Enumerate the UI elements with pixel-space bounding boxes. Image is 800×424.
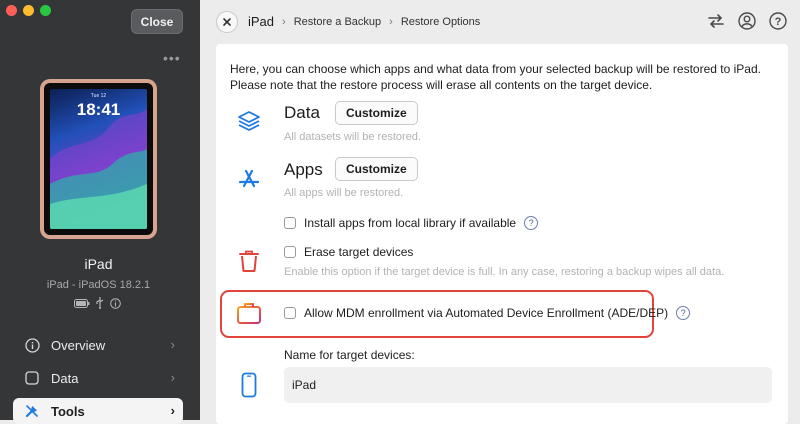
sidebar-item-data[interactable]: Data › bbox=[13, 365, 183, 391]
customize-apps-button[interactable]: Customize bbox=[335, 157, 418, 181]
close-button[interactable]: Close bbox=[131, 9, 183, 34]
data-section-title: Data bbox=[284, 103, 320, 122]
chevron-right-icon: › bbox=[170, 403, 175, 418]
sidebar-item-overview[interactable]: Overview › bbox=[13, 332, 183, 358]
restore-options-panel: Here, you can choose which apps and what… bbox=[216, 44, 788, 424]
device-os-version: iPad - iPadOS 18.2.1 bbox=[46, 279, 151, 291]
help-icon[interactable]: ? bbox=[676, 306, 691, 320]
help-icon[interactable]: ? bbox=[524, 216, 539, 230]
breadcrumb-restore-options: Restore Options bbox=[400, 15, 481, 28]
sidebar-item-label: Overview bbox=[51, 337, 106, 353]
device-name: iPad bbox=[84, 256, 113, 272]
sidebar: Close ••• Tue 12 18:41 iPad iPad - iPadO… bbox=[0, 0, 200, 424]
breadcrumb-separator: › bbox=[389, 15, 393, 28]
trash-icon bbox=[236, 248, 262, 274]
layers-icon bbox=[236, 108, 262, 134]
transfer-arrows-icon[interactable] bbox=[706, 11, 726, 31]
device-status-icons bbox=[74, 297, 121, 312]
apps-section-title: Apps bbox=[284, 160, 323, 179]
mdm-checkbox[interactable] bbox=[284, 307, 296, 319]
close-icon bbox=[223, 18, 231, 26]
erase-label: Erase target devices bbox=[304, 245, 414, 259]
device-image: Tue 12 18:41 bbox=[40, 79, 157, 239]
lock-time: 18:41 bbox=[76, 100, 121, 119]
breadcrumb-separator: › bbox=[282, 15, 286, 28]
intro-text: Here, you can choose which apps and what… bbox=[230, 62, 761, 92]
erase-checkbox[interactable] bbox=[284, 246, 296, 258]
usb-icon bbox=[96, 297, 104, 312]
install-local-checkbox[interactable] bbox=[284, 217, 296, 229]
target-name-input[interactable] bbox=[284, 367, 772, 403]
mdm-label: Allow MDM enrollment via Automated Devic… bbox=[304, 306, 669, 320]
battery-icon bbox=[74, 298, 90, 311]
breadcrumb-device[interactable]: iPad bbox=[248, 14, 274, 29]
lock-date: Tue 12 bbox=[90, 93, 107, 99]
info-icon[interactable] bbox=[110, 297, 121, 312]
tools-icon bbox=[24, 403, 40, 419]
help-icon[interactable]: ? bbox=[768, 11, 788, 31]
window-close-dot[interactable] bbox=[6, 5, 17, 16]
install-local-label: Install apps from local library if avail… bbox=[304, 216, 517, 230]
window-controls bbox=[6, 5, 51, 16]
data-section-subtitle: All datasets will be restored. bbox=[284, 131, 421, 143]
square-icon bbox=[24, 370, 40, 386]
toolbar: iPad › Restore a Backup › Restore Option… bbox=[200, 0, 800, 42]
erase-hint: Enable this option if the target device … bbox=[284, 266, 725, 278]
sidebar-item-tools[interactable]: Tools › bbox=[13, 398, 183, 424]
customize-data-button[interactable]: Customize bbox=[335, 101, 418, 125]
device-wallpaper: Tue 12 18:41 bbox=[50, 89, 147, 229]
install-local-option: Install apps from local library if avail… bbox=[284, 216, 539, 230]
sidebar-item-label: Tools bbox=[51, 403, 85, 419]
chevron-right-icon: › bbox=[170, 337, 175, 352]
briefcase-icon bbox=[236, 300, 262, 326]
app-store-icon bbox=[236, 165, 262, 191]
account-icon[interactable] bbox=[737, 11, 757, 31]
window-minimize-dot[interactable] bbox=[23, 5, 34, 16]
window-zoom-dot[interactable] bbox=[40, 5, 51, 16]
breadcrumb: iPad › Restore a Backup › Restore Option… bbox=[248, 14, 480, 29]
sidebar-item-label: Data bbox=[51, 370, 79, 386]
iphone-icon bbox=[236, 372, 262, 398]
mdm-option: Allow MDM enrollment via Automated Devic… bbox=[284, 306, 691, 320]
info-circle-icon bbox=[24, 337, 40, 353]
close-breadcrumb-button[interactable] bbox=[216, 11, 238, 33]
svg-text:?: ? bbox=[775, 16, 782, 28]
breadcrumb-restore-backup[interactable]: Restore a Backup bbox=[294, 16, 381, 28]
target-name-label: Name for target devices: bbox=[284, 348, 415, 362]
erase-option: Erase target devices bbox=[284, 245, 413, 259]
toolbar-actions: ? bbox=[706, 11, 788, 31]
apps-section-subtitle: All apps will be restored. bbox=[284, 187, 404, 199]
ellipsis-icon[interactable]: ••• bbox=[163, 50, 181, 66]
chevron-right-icon: › bbox=[170, 370, 175, 385]
